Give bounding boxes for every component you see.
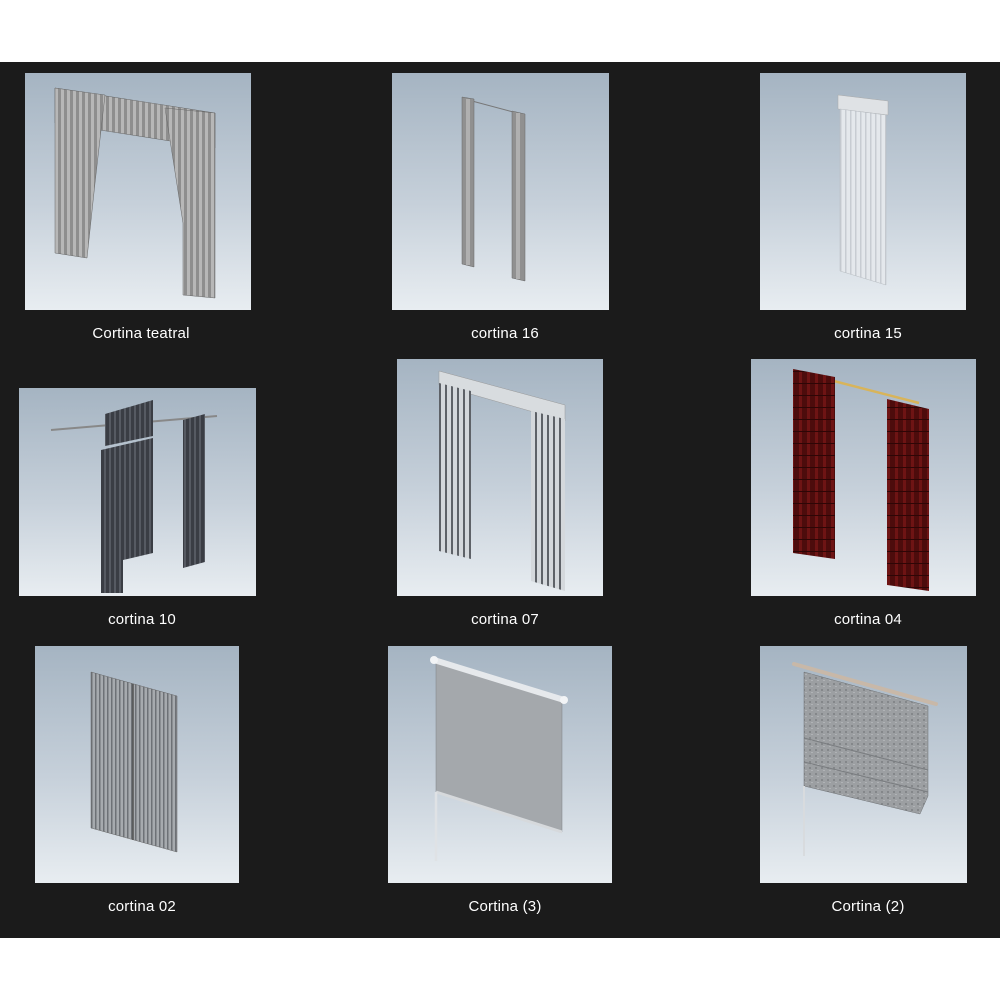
file-thumbnail-cortina-3[interactable] [388,646,612,883]
file-label: cortina 07 [471,611,539,628]
file-thumbnail-cortina-15[interactable] [760,73,966,310]
file-thumbnail-cortina-2[interactable] [760,646,967,883]
red-curtain-icon [793,369,929,591]
file-label: cortina 15 [834,325,902,342]
file-thumbnail-cortina-16[interactable] [392,73,609,310]
curtain-panels-icon [461,96,526,282]
file-label: Cortina (3) [468,898,542,915]
roller-blind-icon [430,656,568,861]
pleated-curtain-icon [90,671,178,853]
theater-curtain-icon [54,87,216,299]
file-label: cortina 10 [108,611,176,628]
file-label: cortina 02 [108,898,176,915]
file-thumbnail-cortina-02[interactable] [35,646,239,883]
file-thumbnail-cortina-10[interactable] [19,388,256,596]
file-label: cortina 16 [471,325,539,342]
sheer-curtain-icon [837,94,889,286]
roman-shade-icon [792,662,938,856]
file-thumbnail-cortina-07[interactable] [397,359,603,596]
striped-curtain-icon [438,370,566,591]
file-thumbnail-cortina-teatral[interactable] [25,73,251,310]
file-label: cortina 04 [834,611,902,628]
file-thumbnail-cortina-04[interactable] [751,359,976,596]
file-label: Cortina (2) [831,898,905,915]
file-label: Cortina teatral [92,325,190,342]
dark-curtain-icon [50,400,218,593]
